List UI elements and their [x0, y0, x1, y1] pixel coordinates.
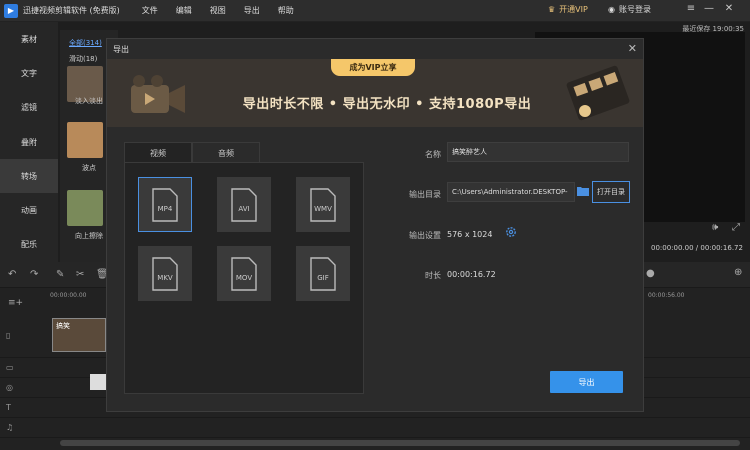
- sidebar-item-text[interactable]: 文字: [0, 56, 58, 90]
- format-gif[interactable]: GIF: [296, 246, 350, 301]
- name-input[interactable]: [447, 142, 629, 162]
- name-label: 名称: [425, 150, 441, 159]
- vip-label: 开通VIP: [559, 5, 588, 14]
- dialog-header: 导出 ✕: [107, 39, 643, 59]
- banner-text: 导出时长不限 • 导出无水印 • 支持1080P导出: [242, 97, 532, 112]
- music-icon: ♫: [6, 423, 14, 432]
- track-header: ◎: [0, 378, 50, 397]
- track-header: ♫: [0, 418, 50, 437]
- menu-export[interactable]: 导出: [244, 5, 260, 16]
- film-reel-icon: [566, 65, 630, 121]
- close-window-icon[interactable]: ✕: [722, 3, 736, 14]
- app-logo-icon: ▶: [4, 3, 18, 18]
- crown-icon: ♛: [548, 5, 556, 14]
- sidebar-item-animation[interactable]: 动画: [0, 193, 58, 227]
- preview-timecode: 00:00:00.00 / 00:00:16.72: [651, 244, 743, 252]
- volume-icon[interactable]: 🕪: [712, 222, 718, 233]
- file-icon: GIF: [310, 256, 336, 291]
- vip-badge: 成为VIP立享: [331, 59, 415, 76]
- minimize-icon[interactable]: —: [702, 3, 716, 14]
- file-icon: MP4: [152, 187, 178, 222]
- output-dir-input[interactable]: [447, 182, 575, 202]
- tab-audio[interactable]: 音频: [192, 142, 260, 164]
- folder-icon[interactable]: [577, 186, 589, 196]
- timeline-scrollbar[interactable]: [60, 440, 740, 446]
- sidebar: 素材 文字 滤镜 叠附 转场 动画 配乐: [0, 22, 58, 262]
- export-button[interactable]: 导出: [550, 371, 623, 393]
- filter-all-link[interactable]: 全部(314): [69, 38, 102, 48]
- file-icon: MKV: [152, 256, 178, 291]
- sidebar-item-overlay[interactable]: 叠附: [0, 125, 58, 159]
- track-header: T: [0, 398, 50, 417]
- login-label: 账号登录: [618, 5, 651, 14]
- sidebar-item-music[interactable]: 配乐: [0, 228, 58, 262]
- sidebar-item-transition[interactable]: 转场: [0, 159, 58, 194]
- format-wmv[interactable]: WMV: [296, 177, 350, 232]
- file-icon: AVI: [231, 187, 257, 222]
- text-track-icon: T: [6, 403, 11, 412]
- menu-file[interactable]: 文件: [142, 5, 158, 16]
- video-track-icon: ▯: [6, 331, 11, 340]
- undo-icon[interactable]: ↶: [8, 269, 16, 280]
- cut-icon[interactable]: ✂: [76, 269, 84, 280]
- svg-text:GIF: GIF: [317, 274, 329, 282]
- vip-banner[interactable]: 成为VIP立享 导出时长不限 • 导出无水印 • 支持1080P导出: [107, 59, 643, 127]
- camera-icon: [131, 75, 185, 113]
- output-dir-label: 输出目录: [409, 190, 441, 199]
- title-bar: ▶ 迅捷视频剪辑软件 (免费版) 文件 编辑 视图 导出 帮助 ♛ 开通VIP …: [0, 0, 750, 22]
- add-track-icon[interactable]: ≡+: [8, 298, 23, 308]
- zoom-slider-icon[interactable]: ●: [646, 268, 655, 279]
- music-track: ♫: [0, 418, 750, 438]
- sidebar-item-filter[interactable]: 滤镜: [0, 91, 58, 125]
- user-icon: ◉: [608, 5, 615, 14]
- svg-text:MKV: MKV: [157, 274, 173, 282]
- transition-thumb[interactable]: [67, 190, 103, 226]
- track-header: ▭: [0, 358, 50, 377]
- gear-icon[interactable]: [505, 226, 517, 238]
- format-mp4[interactable]: MP4: [138, 177, 192, 232]
- output-settings-value: 576 x 1024: [447, 230, 493, 239]
- video-clip[interactable]: 搞笑: [52, 318, 106, 352]
- dialog-title: 导出: [113, 44, 129, 54]
- tab-video[interactable]: 视频: [124, 142, 192, 164]
- ruler-end: 00:00:56.00: [648, 292, 685, 299]
- format-mkv[interactable]: MKV: [138, 246, 192, 301]
- svg-text:MOV: MOV: [236, 274, 252, 282]
- overlay-icon: ◎: [6, 383, 13, 392]
- format-mov[interactable]: MOV: [217, 246, 271, 301]
- edit-icon[interactable]: ✎: [56, 269, 64, 280]
- ruler-start: 00:00:00.00: [50, 292, 87, 299]
- svg-text:WMV: WMV: [314, 205, 332, 213]
- transition-thumb[interactable]: [67, 122, 103, 158]
- format-avi[interactable]: AVI: [217, 177, 271, 232]
- close-icon[interactable]: ✕: [628, 42, 637, 55]
- duration-label: 时长: [425, 271, 441, 280]
- vip-button[interactable]: ♛ 开通VIP: [548, 4, 588, 15]
- track-header: ▯: [0, 314, 50, 357]
- film-icon: ▭: [6, 363, 14, 372]
- export-dialog: 导出 ✕ 成为VIP立享 导出时长不限 • 导出无水印 • 支持1080P导出 …: [106, 38, 644, 412]
- output-settings-label: 输出设置: [409, 231, 441, 240]
- open-directory-button[interactable]: 打开目录: [592, 181, 630, 203]
- svg-text:AVI: AVI: [238, 205, 249, 213]
- file-icon: WMV: [310, 187, 336, 222]
- file-icon: MOV: [231, 256, 257, 291]
- clip-label: 搞笑: [56, 322, 70, 330]
- filter-scroll-link[interactable]: 滑动(18): [69, 54, 97, 64]
- menu-help[interactable]: 帮助: [278, 5, 294, 16]
- menu-view[interactable]: 视图: [210, 5, 226, 16]
- redo-icon[interactable]: ↷: [30, 269, 38, 280]
- overlay-clip[interactable]: [90, 374, 106, 390]
- menu-icon[interactable]: ≡: [684, 3, 698, 14]
- sidebar-item-material[interactable]: 素材: [0, 22, 58, 56]
- zoom-in-icon[interactable]: ⊕: [734, 267, 742, 278]
- app-title: 迅捷视频剪辑软件 (免费版): [23, 6, 120, 15]
- fullscreen-icon[interactable]: ⤢: [732, 222, 740, 233]
- login-button[interactable]: ◉ 账号登录: [608, 4, 651, 15]
- svg-text:MP4: MP4: [158, 205, 173, 213]
- menu-edit[interactable]: 编辑: [176, 5, 192, 16]
- format-panel: MP4 AVI WMV MKV MOV GIF: [124, 162, 364, 394]
- duration-value: 00:00:16.72: [447, 270, 496, 279]
